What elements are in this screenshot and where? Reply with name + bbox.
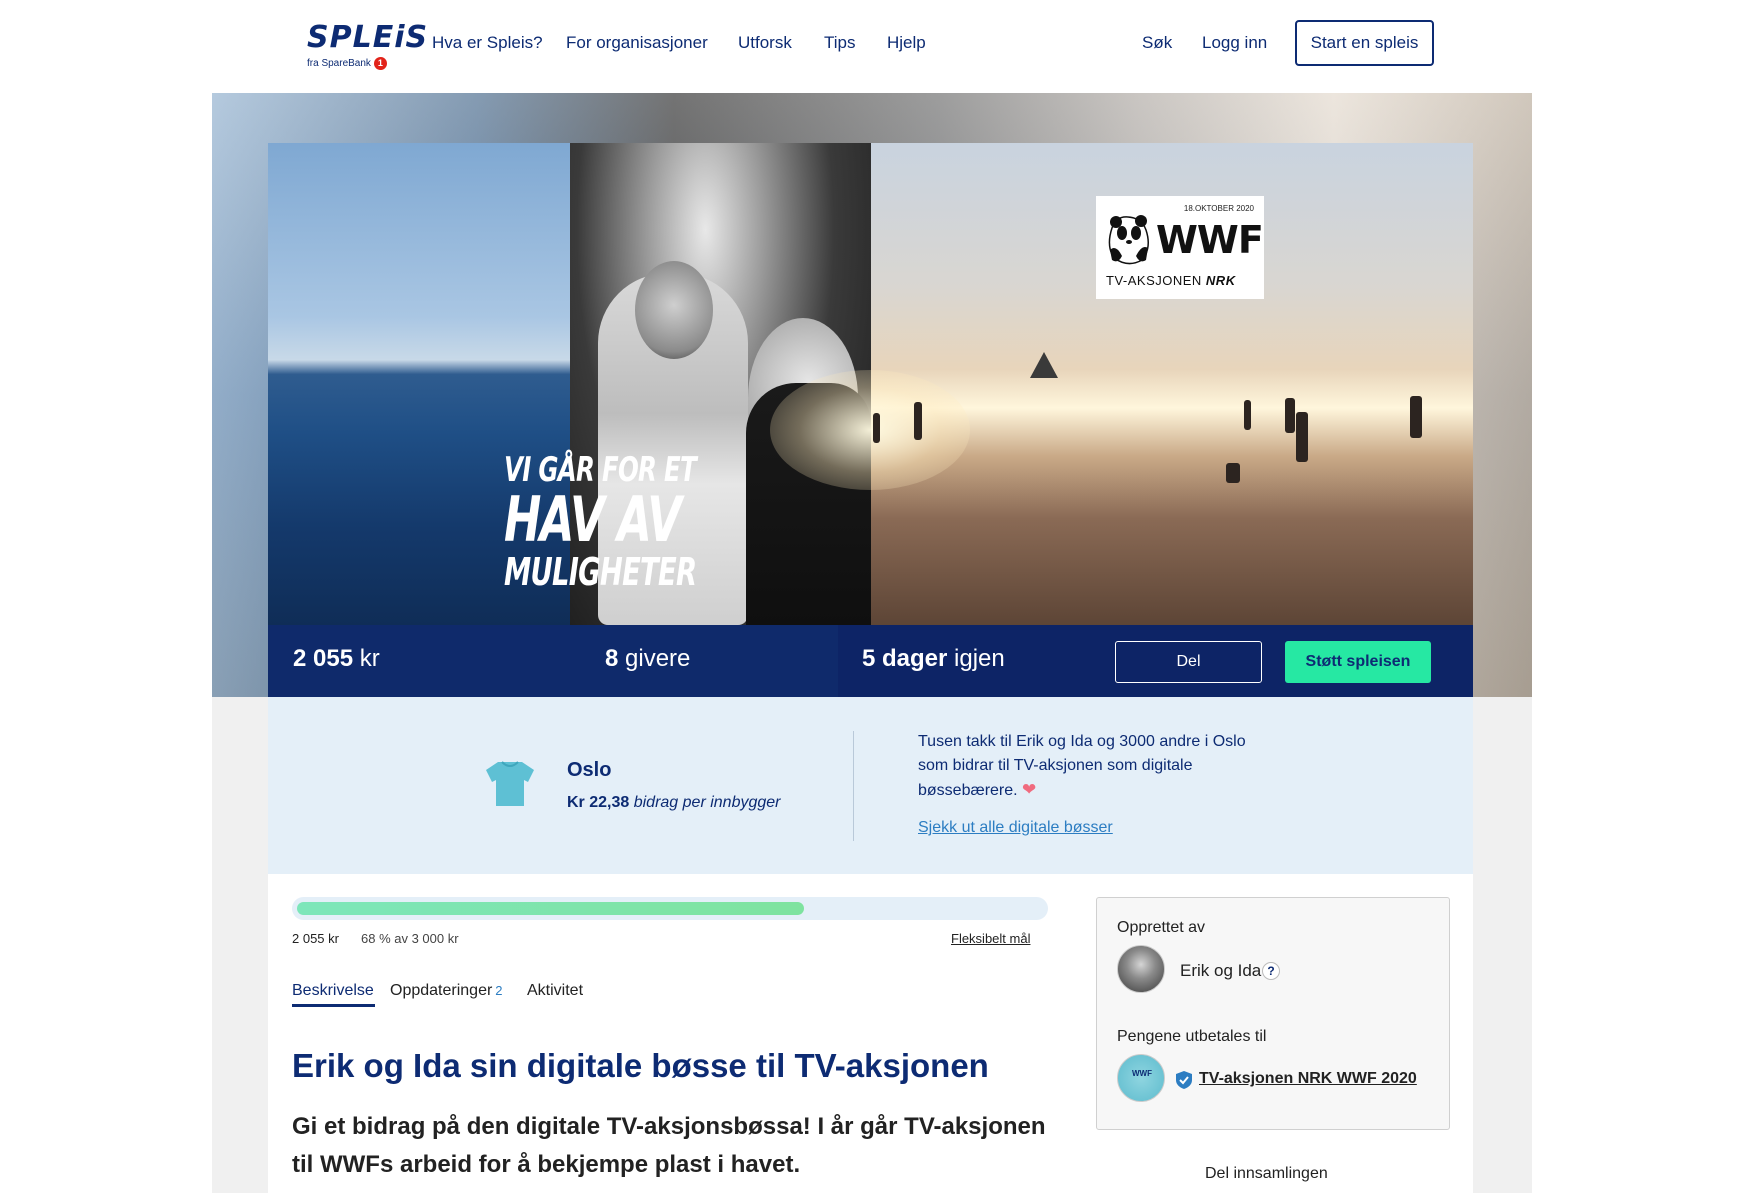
divider <box>853 731 854 841</box>
collection-box-icon <box>486 761 534 806</box>
all-digital-boxes-link[interactable]: Sjekk ut alle digitale bøsser <box>918 819 1113 837</box>
thanks-message: Tusen takk til Erik og Ida og 3000 andre… <box>918 733 1246 799</box>
start-spleis-button[interactable]: Start en spleis <box>1295 20 1434 66</box>
top-navigation: SPLEiS fra SpareBank 1 Hva er Spleis? Fo… <box>0 0 1738 93</box>
progress-bar-fill <box>297 902 805 915</box>
amount-raised: 2 055 kr <box>293 645 380 672</box>
support-spleis-button[interactable]: Støtt spleisen <box>1285 641 1431 683</box>
spleis-logo[interactable]: SPLEiS fra SpareBank 1 <box>307 20 429 74</box>
created-by-label: Opprettet av <box>1117 919 1206 936</box>
donor-count: 8 givere <box>605 645 691 672</box>
per-capita-contribution: Kr 22,38 bidrag per innbygger <box>567 794 781 811</box>
creator-avatar[interactable] <box>1117 945 1165 993</box>
updates-count-badge: 2 <box>495 983 503 998</box>
tab-aktivitet[interactable]: Aktivitet <box>527 982 583 1000</box>
progress-bar <box>292 897 1048 920</box>
logo-text: SPLEiS <box>307 20 429 55</box>
beach-person <box>1226 463 1240 483</box>
payout-label: Pengene utbetales til <box>1117 1028 1267 1045</box>
nav-link-hva-er-spleis[interactable]: Hva er Spleis? <box>432 33 543 53</box>
beach-person <box>873 413 880 443</box>
person-head <box>635 261 713 359</box>
days-remaining: 5 dager igjen <box>862 645 1005 672</box>
sailboat-icon <box>1030 352 1058 378</box>
beach-person <box>1410 396 1422 438</box>
campaign-stats-bar: 2 055 kr 8 givere 5 dager igjen Del Støt… <box>268 625 1473 697</box>
verified-shield-icon <box>1176 1071 1192 1089</box>
creator-name[interactable]: Erik og Ida <box>1180 961 1261 981</box>
lead-paragraph: Gi et bidrag på den digitale TV-aksjonsb… <box>292 1113 1046 1178</box>
beach-person <box>914 402 922 440</box>
heart-icon: ❤ <box>1022 780 1037 799</box>
progress-percent: 68 % av 3 000 kr <box>361 931 459 946</box>
help-icon[interactable]: ? <box>1262 962 1280 980</box>
search-link[interactable]: Søk <box>1142 33 1172 53</box>
sparebank-badge-icon: 1 <box>373 57 387 70</box>
nav-link-hjelp[interactable]: Hjelp <box>887 33 926 53</box>
organization-avatar[interactable]: WWF <box>1117 1054 1165 1102</box>
active-tab-indicator <box>292 1004 375 1007</box>
beach-person <box>1244 400 1251 430</box>
city-name: Oslo <box>567 759 612 781</box>
share-button[interactable]: Del <box>1115 641 1262 683</box>
tab-oppdateringer[interactable]: Oppdateringer 2 <box>390 982 503 1000</box>
beach-person <box>1285 398 1295 433</box>
nav-link-for-organisasjoner[interactable]: For organisasjoner <box>566 33 708 53</box>
tab-beskrivelse[interactable]: Beskrivelse <box>292 982 374 1000</box>
nav-link-tips[interactable]: Tips <box>824 33 856 53</box>
tv-aksjonen-panel <box>268 697 1473 874</box>
panda-icon <box>1108 215 1149 265</box>
organization-link[interactable]: TV-aksjonen NRK WWF 2020 <box>1199 1070 1417 1088</box>
nav-link-utforsk[interactable]: Utforsk <box>738 33 792 53</box>
login-link[interactable]: Logg inn <box>1202 33 1267 53</box>
sun-glow <box>770 370 970 490</box>
progress-amount: 2 055 kr <box>292 931 339 946</box>
wwf-tv-aksjonen-badge: 18.OKTOBER 2020 WWF TV-AKSJONEN NRK <box>1096 196 1264 299</box>
beach-person <box>1296 412 1308 462</box>
hero-slogan: VI GÅR FOR ET HAV AV MULIGHETER <box>504 450 697 594</box>
page-title: Erik og Ida sin digitale bøsse til TV-ak… <box>292 1047 989 1084</box>
share-collection-label: Del innsamlingen <box>1205 1165 1328 1182</box>
logo-subtitle: fra SpareBank 1 <box>307 57 397 70</box>
flexible-goal-link[interactable]: Fleksibelt mål <box>951 931 1030 946</box>
